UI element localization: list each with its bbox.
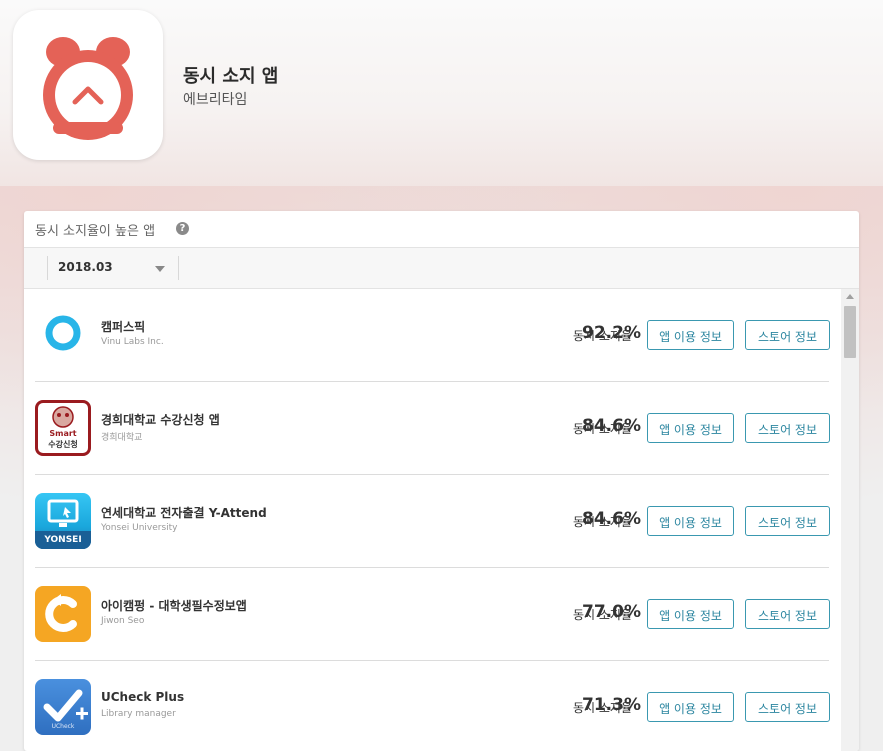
- co-install-rate: 77.0%: [582, 602, 641, 622]
- app-developer: 경희대학교: [101, 433, 143, 443]
- app-usage-info-button[interactable]: 앱 이용 정보: [647, 413, 734, 443]
- help-icon[interactable]: ?: [176, 222, 189, 235]
- store-info-button[interactable]: 스토어 정보: [745, 506, 830, 536]
- app-header: 동시 소지 앱 에브리타임: [0, 0, 883, 187]
- icampung-icon: [35, 586, 91, 642]
- app-name[interactable]: UCheck Plus: [101, 690, 184, 704]
- monitor-icon: [47, 499, 79, 527]
- period-value: 2018.03: [58, 260, 113, 274]
- app-developer: 에브리타임: [183, 92, 248, 108]
- store-info-button[interactable]: 스토어 정보: [745, 320, 830, 350]
- icon-label-ucheck: UCheck: [51, 723, 75, 730]
- icon-label-yonsei: YONSEI: [35, 531, 91, 549]
- khu-icon: Smart 수강신청: [35, 400, 91, 456]
- divider: [178, 256, 179, 280]
- icon-label-sugang: 수강신청: [48, 440, 78, 449]
- list-item: Smart 수강신청 경희대학교 수강신청 앱 경희대학교 동시 소지율 84.…: [35, 382, 830, 475]
- icon-inner: Smart 수강신청: [38, 403, 88, 453]
- period-select[interactable]: 2018.03: [48, 256, 178, 280]
- store-info-button[interactable]: 스토어 정보: [745, 413, 830, 443]
- co-install-panel: 동시 소지율이 높은 앱 ? 2018.03 캠퍼스픽 Vinu Labs In…: [24, 211, 859, 751]
- campuspick-icon: [35, 307, 91, 363]
- scroll-up-arrow-icon[interactable]: [846, 294, 854, 299]
- app-name[interactable]: 연세대학교 전자출결 Y-Attend: [101, 504, 267, 521]
- panel-title: 동시 소지율이 높은 앱: [35, 224, 156, 239]
- app-logo: [13, 10, 163, 160]
- store-info-button[interactable]: 스토어 정보: [745, 692, 830, 722]
- app-developer: Vinu Labs Inc.: [101, 337, 164, 347]
- list-item: YONSEI 연세대학교 전자출결 Y-Attend Yonsei Univer…: [35, 475, 830, 568]
- chevron-down-icon: [155, 266, 165, 272]
- co-install-rate: 71.3%: [582, 695, 641, 715]
- list-item: 캠퍼스픽 Vinu Labs Inc. 동시 소지율 92.2% 앱 이용 정보…: [35, 289, 830, 382]
- app-list: 캠퍼스픽 Vinu Labs Inc. 동시 소지율 92.2% 앱 이용 정보…: [24, 289, 841, 751]
- panel-title-bar: 동시 소지율이 높은 앱 ?: [24, 211, 859, 248]
- icon-label-smart: Smart: [49, 429, 77, 438]
- app-usage-info-button[interactable]: 앱 이용 정보: [647, 692, 734, 722]
- app-developer: Library manager: [101, 709, 176, 719]
- app-usage-info-button[interactable]: 앱 이용 정보: [647, 599, 734, 629]
- yonsei-icon: YONSEI: [35, 493, 91, 549]
- scroll-thumb[interactable]: [844, 306, 856, 358]
- app-name[interactable]: 경희대학교 수강신청 앱: [101, 411, 220, 428]
- app-developer: Jiwon Seo: [101, 616, 145, 626]
- app-usage-info-button[interactable]: 앱 이용 정보: [647, 320, 734, 350]
- store-info-button[interactable]: 스토어 정보: [745, 599, 830, 629]
- app-developer: Yonsei University: [101, 523, 178, 533]
- co-install-rate: 84.6%: [582, 509, 641, 529]
- app-title: 동시 소지 앱: [183, 66, 279, 87]
- app-name[interactable]: 캠퍼스픽: [101, 318, 145, 335]
- filter-bar: 2018.03: [24, 248, 859, 289]
- app-name[interactable]: 아이캠펑 - 대학생필수정보앱: [101, 597, 247, 614]
- c-letter-icon: [45, 594, 77, 632]
- alarm-clock-icon: [43, 37, 133, 140]
- co-install-rate: 92.2%: [582, 323, 641, 343]
- app-usage-info-button[interactable]: 앱 이용 정보: [647, 506, 734, 536]
- scrollbar[interactable]: [841, 289, 859, 751]
- list-item: UCheck UCheck Plus Library manager 동시 소지…: [35, 661, 830, 751]
- ucheck-icon: UCheck: [35, 679, 91, 735]
- list-item: 아이캠펑 - 대학생필수정보앱 Jiwon Seo 동시 소지율 77.0% 앱…: [35, 568, 830, 661]
- co-install-rate: 84.6%: [582, 416, 641, 436]
